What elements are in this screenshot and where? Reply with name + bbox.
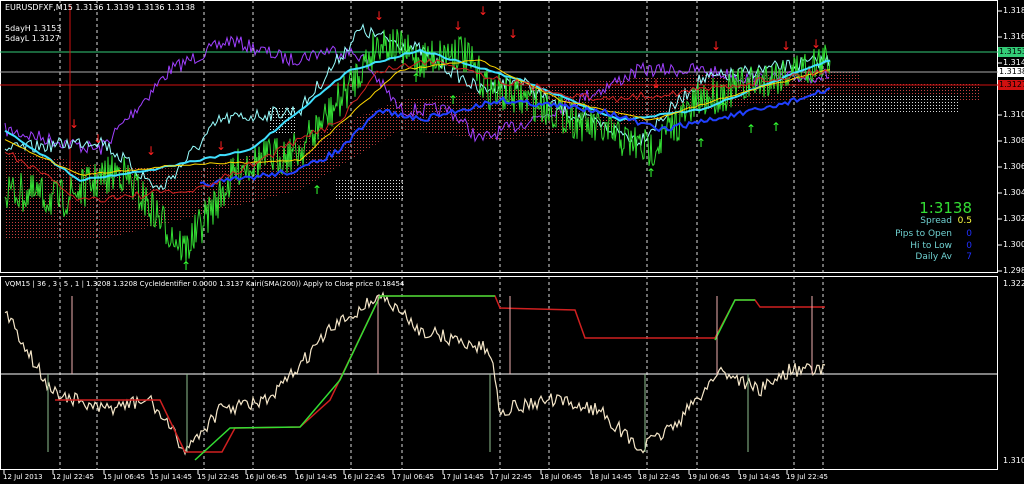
sell-arrow-icon: ↓ <box>478 4 488 18</box>
daily-av-value: 7 <box>966 252 972 262</box>
price-axis-label: 1.3105 <box>1003 110 1024 119</box>
spread-label: Spread <box>920 216 952 226</box>
buy-arrow-icon: ↑ <box>696 136 706 150</box>
cycle-green-line <box>714 299 755 341</box>
pips-to-open-label: Pips to Open <box>895 229 952 239</box>
time-axis-label: 16 Jul 14:45 <box>295 473 337 481</box>
sell-arrow-icon: ↓ <box>374 9 384 23</box>
buy-arrow-icon: ↑ <box>312 183 322 197</box>
price-axis-label: 1.3025 <box>1003 214 1024 223</box>
time-axis-label: 19 Jul 14:45 <box>738 473 780 481</box>
sell-arrow-icon: ↓ <box>651 77 661 91</box>
daily-av-label: Daily Av <box>915 252 952 262</box>
sell-arrow-icon: ↓ <box>711 39 721 53</box>
sell-arrow-icon: ↓ <box>453 19 463 33</box>
hi-to-low-label: Hi to Low <box>910 241 952 251</box>
ichimoku-cloud-white <box>810 95 960 113</box>
five-day-low: 5dayL 1.3127 <box>5 34 60 43</box>
ichimoku-cloud-white <box>335 178 405 200</box>
current-price: 1:3138 <box>919 199 972 217</box>
current-price-badge: 1.3138 <box>998 67 1024 77</box>
symbol-header: EURUSDFXF,M15 1.3136 1.3139 1.3136 1.313… <box>5 3 196 12</box>
sell-arrow-icon: ↓ <box>811 37 821 51</box>
time-axis-label: 15 Jul 22:45 <box>197 473 239 481</box>
time-axis-label: 12 Jul 2013 <box>3 473 43 481</box>
sell-arrow-icon: ↓ <box>781 39 791 53</box>
price-axis-label: 1.3165 <box>1003 32 1024 41</box>
sell-arrow-icon: ↓ <box>93 132 103 146</box>
time-axis-label: 19 Jul 06:45 <box>688 473 730 481</box>
spread-value: 0.5 <box>957 216 972 226</box>
time-axis-label: 16 Jul 06:45 <box>245 473 287 481</box>
price-chart-canvas[interactable]: ↓ ↓ ↓ ↓ ↓ ↓ ↓ ↓ ↓ ↓ ↓ ↓ ↑ ↑ ↑ ↑ ↑ ↑ ↑ ↑ ↑ <box>0 0 1024 484</box>
buy-arrow-icon: ↑ <box>746 122 756 136</box>
five-day-high: 5dayH 1.3153 <box>5 24 62 33</box>
ichimoku-cloud-white <box>270 108 295 133</box>
sell-arrow-icon: ↓ <box>216 139 226 153</box>
price-axis-label: 1.3145 <box>1003 58 1024 67</box>
buy-arrow-icon: ↑ <box>646 166 656 180</box>
buy-arrow-icon: ↑ <box>411 71 421 85</box>
buy-arrow-icon: ↑ <box>718 100 728 114</box>
low-price-badge: 1.3127 <box>998 80 1024 90</box>
buy-arrow-icon: ↑ <box>181 259 191 273</box>
hi-to-low-value: 0 <box>966 241 972 251</box>
buy-arrow-icon: ↑ <box>448 93 458 107</box>
price-axis-label: 1.2985 <box>1003 266 1024 275</box>
sell-arrow-icon: ↓ <box>508 27 518 41</box>
sub-axis-top: 1.3226 <box>1003 279 1024 288</box>
time-axis-label: 17 Jul 06:45 <box>392 473 434 481</box>
time-axis-label: 18 Jul 06:45 <box>540 473 582 481</box>
subwindow-title: VQM15 | 36 , 3 , 5 , 1 | 1.3208 1.3208 C… <box>5 280 405 288</box>
sub-axis-bottom: 1.3107 <box>1003 456 1024 465</box>
price-axis-label: 1.3185 <box>1003 6 1024 15</box>
time-axis-label: 18 Jul 14:45 <box>590 473 632 481</box>
buy-arrow-icon: ↑ <box>771 120 781 134</box>
pips-to-open-value: 0 <box>966 229 972 239</box>
price-axis-label: 1.3085 <box>1003 136 1024 145</box>
sell-arrow-icon: ↓ <box>146 144 156 158</box>
time-axis-label: 12 Jul 22:45 <box>52 473 94 481</box>
price-axis-label: 1.3005 <box>1003 240 1024 249</box>
price-axis-label: 1.3045 <box>1003 188 1024 197</box>
time-axis-label: 17 Jul 14:45 <box>442 473 484 481</box>
sell-arrow-icon: ↓ <box>69 117 79 131</box>
time-axis-label: 17 Jul 22:45 <box>490 473 532 481</box>
high-price-badge: 1.3153 <box>998 47 1024 57</box>
time-axis-label: 19 Jul 22:45 <box>786 473 828 481</box>
time-axis-label: 16 Jul 22:45 <box>343 473 385 481</box>
time-axis-label: 18 Jul 22:45 <box>638 473 680 481</box>
kairi-line <box>4 291 826 456</box>
price-axis-label: 1.3065 <box>1003 162 1024 171</box>
time-axis-label: 15 Jul 06:45 <box>103 473 145 481</box>
time-axis-label: 15 Jul 14:45 <box>150 473 192 481</box>
